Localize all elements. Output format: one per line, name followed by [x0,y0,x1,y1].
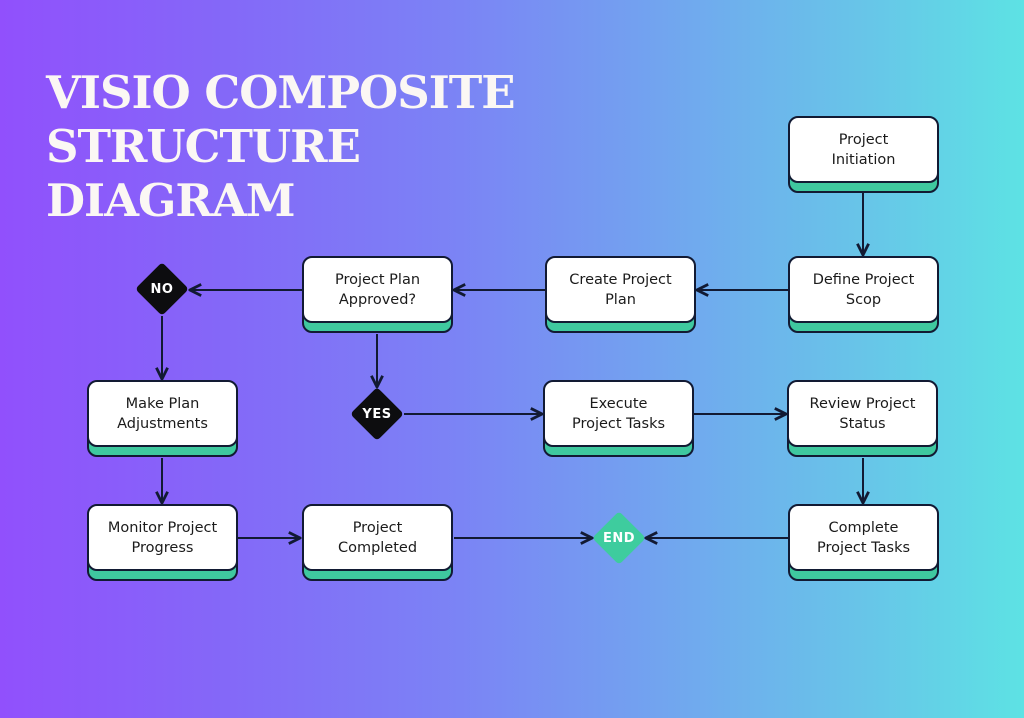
node-create-project-plan[interactable]: Create Project Plan [545,256,696,333]
node-project-initiation[interactable]: Project Initiation [788,116,939,193]
terminal-end[interactable]: END [592,511,646,565]
node-make-plan-adjustments[interactable]: Make Plan Adjustments [87,380,238,457]
node-label: Complete Project Tasks [788,504,939,571]
decision-no[interactable]: NO [135,262,189,316]
node-project-completed[interactable]: Project Completed [302,504,453,581]
node-review-project-status[interactable]: Review Project Status [787,380,938,457]
node-execute-project-tasks[interactable]: Execute Project Tasks [543,380,694,457]
node-label: Project Plan Approved? [302,256,453,323]
terminal-label: END [602,530,636,546]
decision-label: NO [150,281,174,297]
node-label: Project Completed [302,504,453,571]
decision-label: YES [362,406,392,422]
node-label: Monitor Project Progress [87,504,238,571]
node-define-project-scope[interactable]: Define Project Scop [788,256,939,333]
node-label: Execute Project Tasks [543,380,694,447]
node-complete-project-tasks[interactable]: Complete Project Tasks [788,504,939,581]
node-label: Define Project Scop [788,256,939,323]
node-monitor-project-progress[interactable]: Monitor Project Progress [87,504,238,581]
decision-yes[interactable]: YES [350,387,404,441]
node-project-plan-approved[interactable]: Project Plan Approved? [302,256,453,333]
connector-layer [0,193,1024,718]
node-label: Review Project Status [787,380,938,447]
node-label: Project Initiation [788,116,939,183]
node-label: Create Project Plan [545,256,696,323]
node-label: Make Plan Adjustments [87,380,238,447]
